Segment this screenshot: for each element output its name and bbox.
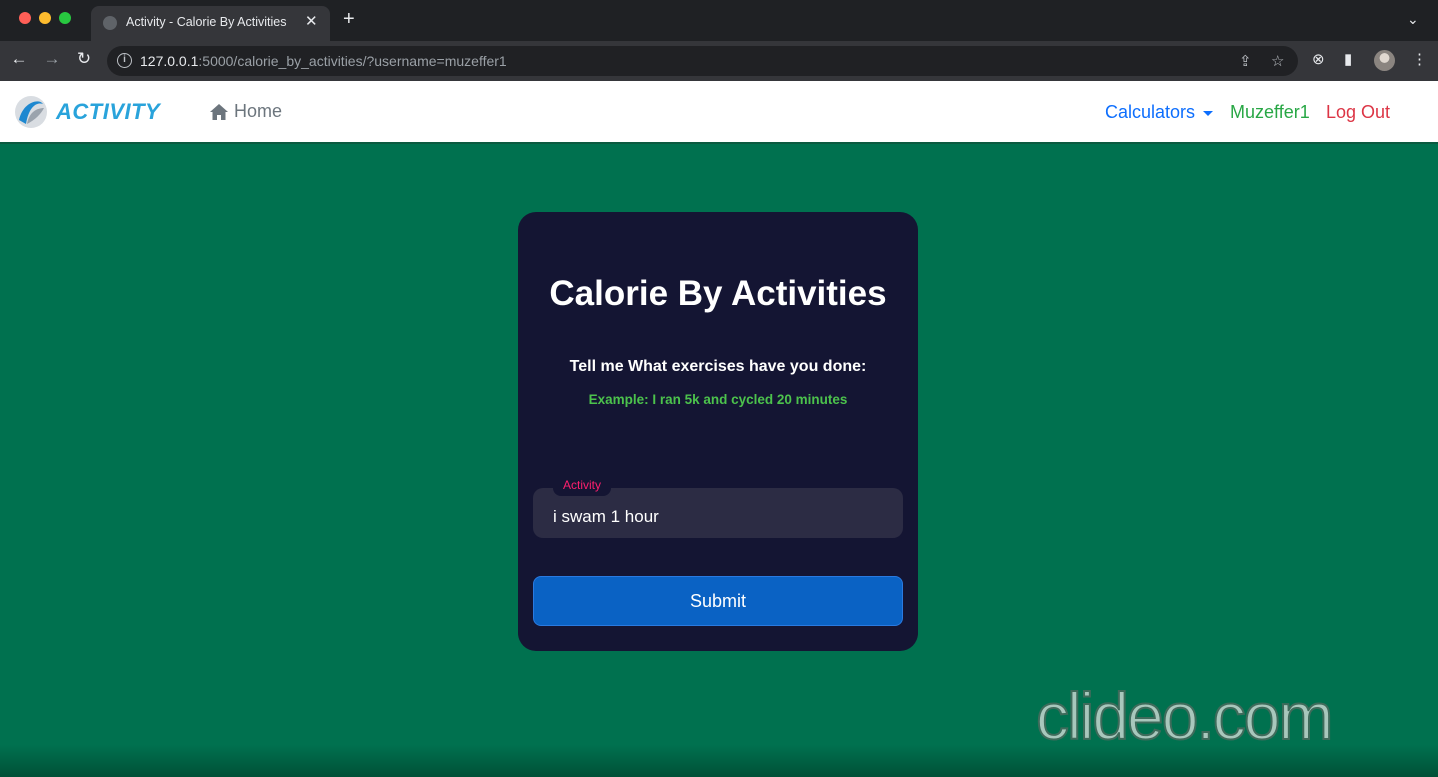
- star-icon[interactable]: ☆: [1271, 52, 1284, 70]
- nav-calculators-dropdown[interactable]: Calculators: [1105, 102, 1214, 123]
- globe-icon: [103, 16, 117, 30]
- caret-down-icon: [1203, 111, 1214, 116]
- form-example-hint: Example: I ran 5k and cycled 20 minutes: [588, 392, 848, 407]
- activity-field-label: Activity: [553, 478, 612, 496]
- bottom-shade: [0, 745, 1438, 777]
- brand-name[interactable]: ACTIVITY: [56, 99, 160, 125]
- nav-logout-link[interactable]: Log Out: [1326, 102, 1390, 123]
- site-navbar: ACTIVITY Home Calculators Muzeffer1 Log …: [0, 81, 1438, 144]
- more-icon[interactable]: ⋮: [1412, 50, 1427, 68]
- reload-icon[interactable]: ↻: [73, 49, 95, 69]
- address-bar[interactable]: i 127.0.0.1:5000/calorie_by_activities/?…: [107, 46, 1298, 76]
- back-icon[interactable]: ←: [8, 49, 30, 69]
- share-icon[interactable]: ⇪: [1239, 52, 1252, 70]
- profile-avatar[interactable]: [1374, 50, 1395, 71]
- info-icon[interactable]: i: [117, 53, 132, 68]
- browser-tab-active[interactable]: Activity - Calorie By Activities ✕: [91, 6, 330, 41]
- calorie-form-card: Calorie By Activities Tell me What exerc…: [518, 212, 918, 651]
- url-text: 127.0.0.1:5000/calorie_by_activities/?us…: [140, 53, 507, 69]
- window-maximize-button[interactable]: [59, 12, 71, 24]
- plus-icon[interactable]: +: [343, 9, 355, 29]
- nav-home-label: Home: [234, 101, 283, 121]
- brand-logo-icon[interactable]: [13, 94, 49, 130]
- nav-username-link[interactable]: Muzeffer1: [1230, 102, 1310, 123]
- extensions-icon[interactable]: ⊗: [1312, 50, 1325, 68]
- window-minimize-button[interactable]: [39, 12, 51, 24]
- forward-icon[interactable]: →: [41, 49, 63, 69]
- tab-title: Activity - Calorie By Activities: [126, 15, 287, 29]
- sidebar-icon[interactable]: ▮: [1344, 50, 1352, 68]
- watermark-text: clideo.com: [1035, 678, 1334, 754]
- browser-tab-bar: Activity - Calorie By Activities ✕ + ⌄: [0, 0, 1438, 41]
- submit-button[interactable]: Submit: [533, 576, 903, 626]
- home-icon: [210, 103, 228, 120]
- close-icon[interactable]: ✕: [305, 12, 318, 30]
- browser-toolbar: ← → ↻ i 127.0.0.1:5000/calorie_by_activi…: [0, 41, 1438, 81]
- nav-home-link[interactable]: Home: [209, 101, 282, 122]
- window-close-button[interactable]: [19, 12, 31, 24]
- chevron-down-icon[interactable]: ⌄: [1407, 11, 1419, 28]
- nav-calculators-label: Calculators: [1105, 102, 1196, 122]
- form-prompt: Tell me What exercises have you done:: [569, 358, 867, 375]
- url-host: 127.0.0.1: [140, 53, 199, 69]
- page-title: Calorie By Activities: [549, 274, 887, 313]
- url-path: :5000/calorie_by_activities/?username=mu…: [198, 53, 507, 69]
